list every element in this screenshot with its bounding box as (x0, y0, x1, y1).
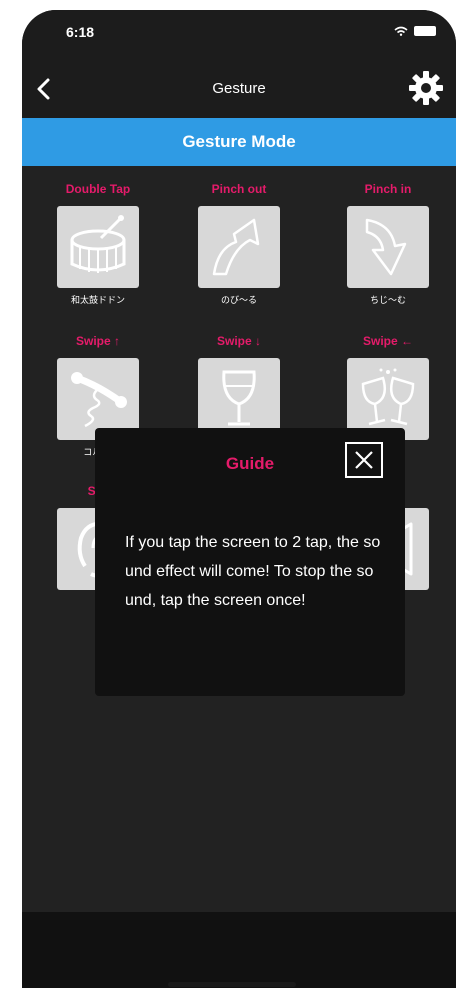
status-time: 6:18 (66, 24, 95, 40)
drum-icon (70, 215, 126, 273)
gesture-title: Swipe ↑ (75, 334, 120, 348)
wine-glass-icon (222, 370, 256, 426)
corkscrew-icon (71, 372, 127, 428)
gesture-title: Double Tap (65, 182, 131, 196)
status-icons (394, 26, 436, 36)
gesture-title: Swipe ↓ (216, 334, 261, 348)
phone-screen: 6:18 Gesture Gesture Mode Double Tap 和太鼓… (22, 10, 456, 988)
gesture-caption: のび〜る (220, 295, 257, 305)
navigation-bar: Gesture (22, 60, 456, 118)
status-bar: 6:18 (22, 10, 456, 60)
arrow-down-curved-icon (365, 218, 407, 276)
gesture-pinch-out[interactable]: Pinch out のび〜る (179, 182, 299, 306)
gesture-title: Pinch out (211, 182, 267, 196)
gesture-tile[interactable] (198, 206, 280, 288)
gesture-tile[interactable] (347, 206, 429, 288)
guide-dialog: Guide If you tap the screen to 2 tap, th… (95, 428, 405, 696)
gesture-title: Pinch in (364, 182, 412, 196)
arrow-up-curved-icon (212, 218, 260, 276)
battery-icon (414, 26, 436, 36)
bottom-bar (22, 912, 456, 988)
gesture-double-tap[interactable]: Double Tap 和太鼓ドドン (38, 182, 158, 306)
home-indicator (168, 982, 296, 987)
gesture-grid: Double Tap 和太鼓ドドン Pinch out のび〜る Pinch i… (22, 166, 456, 912)
gesture-pinch-in[interactable]: Pinch in ちじ〜む (328, 182, 448, 306)
gesture-caption: 和太鼓ドドン (70, 295, 125, 305)
gear-icon[interactable] (408, 70, 444, 106)
gesture-tile[interactable] (57, 206, 139, 288)
page-title: Gesture (212, 80, 266, 97)
wifi-icon (394, 26, 408, 36)
close-icon (355, 451, 373, 469)
gesture-mode-header: Gesture Mode (22, 118, 456, 166)
toast-glasses-icon (361, 368, 415, 426)
gesture-caption: ちじ〜む (369, 295, 406, 305)
gesture-title: Swipe ← (362, 334, 413, 348)
guide-message: If you tap the screen to 2 tap, the soun… (125, 534, 381, 609)
close-button[interactable] (345, 442, 383, 478)
